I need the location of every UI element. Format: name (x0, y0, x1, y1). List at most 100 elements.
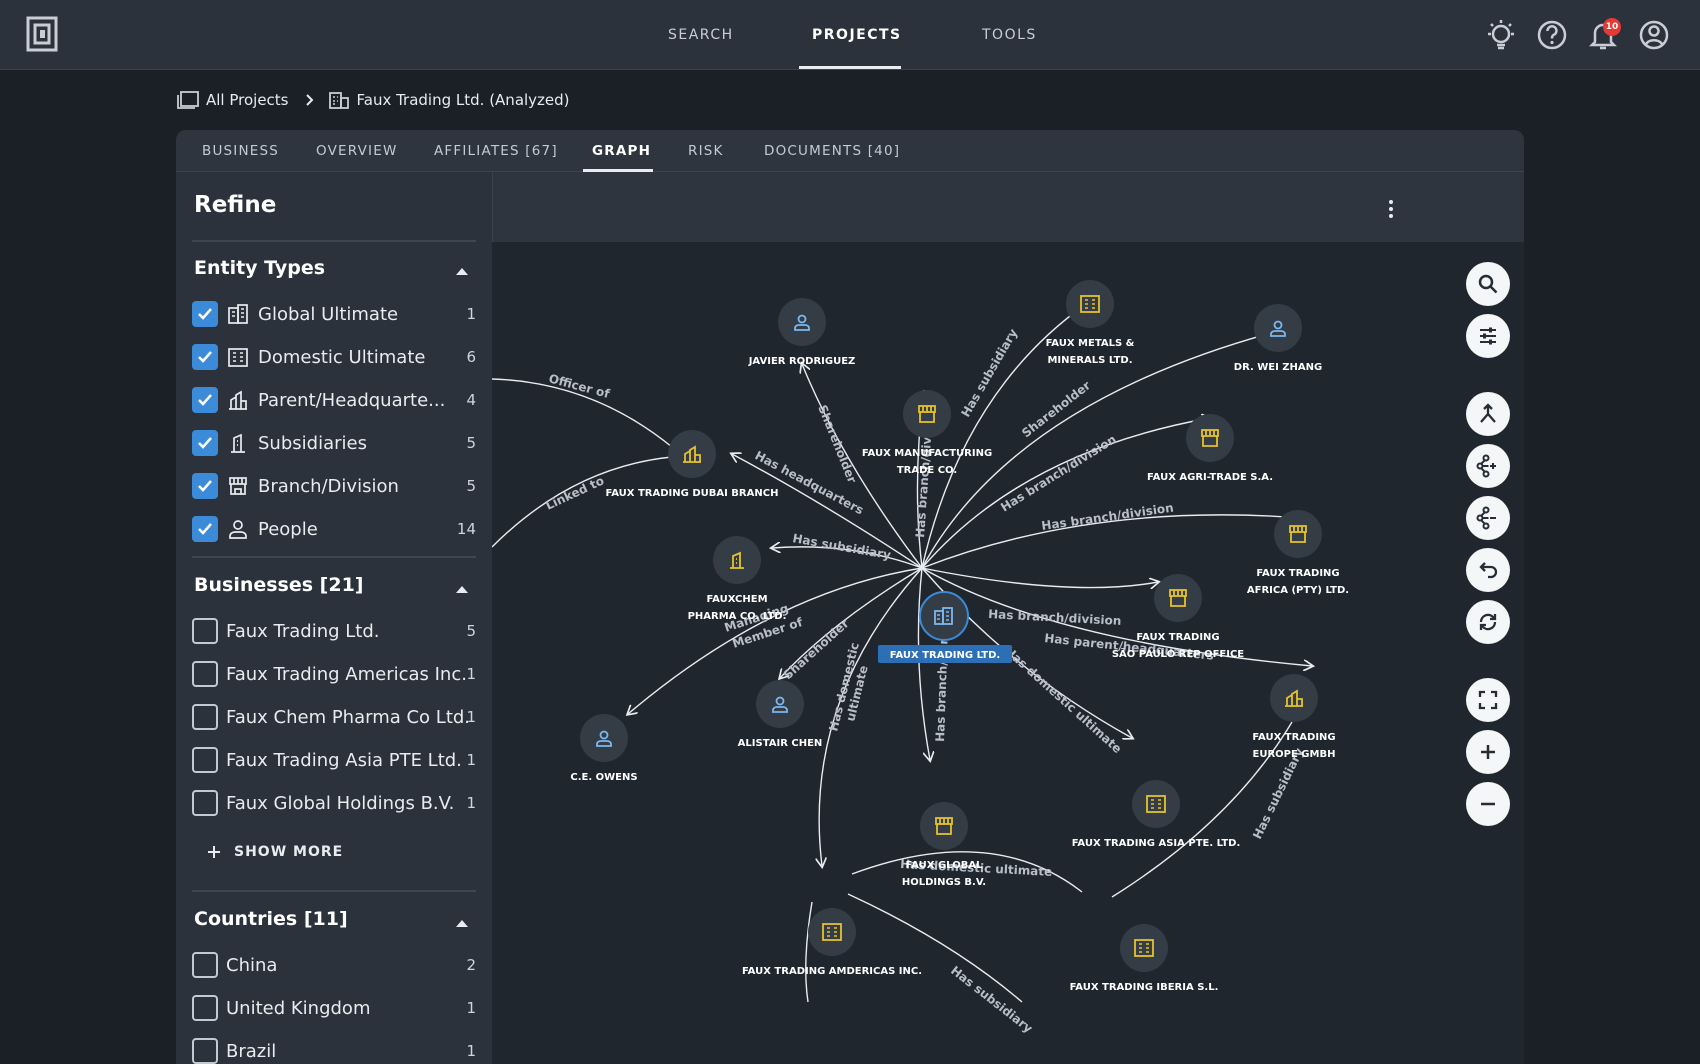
tab-graph[interactable]: GRAPH (592, 130, 651, 172)
checkbox-unchecked[interactable] (192, 790, 218, 816)
divider (192, 240, 476, 242)
checkbox-unchecked[interactable] (192, 618, 218, 644)
node-label: DR. WEI ZHANG (1234, 362, 1322, 373)
node-label: MINERALS LTD. (1047, 355, 1132, 366)
merge-nodes-button[interactable] (1466, 392, 1510, 436)
graph-node-business: FAUX TRADING AFRICA (PTY) LTD. (1247, 510, 1349, 596)
entity-types-title: Entity Types (194, 257, 326, 279)
graph-toolbar (492, 172, 1524, 242)
graph-settings-button[interactable] (1466, 314, 1510, 358)
collapse-businesses-icon[interactable] (456, 586, 468, 593)
collapse-countries-icon[interactable] (456, 920, 468, 927)
business-label: Faux Trading Ltd. (226, 620, 380, 642)
refresh-layout-button[interactable] (1466, 600, 1510, 644)
checkbox-unchecked[interactable] (192, 661, 218, 687)
nav-tools[interactable]: TOOLS (982, 0, 1037, 70)
network-graph-canvas[interactable]: Officer of Linked to Has headquarters Sh… (492, 242, 1524, 1064)
entity-type-label: Parent/Headquarte... (258, 389, 446, 411)
checkbox-checked[interactable] (192, 516, 218, 542)
nav-search[interactable]: SEARCH (668, 0, 734, 70)
network-remove-icon (1476, 506, 1496, 530)
search-graph-button[interactable] (1466, 262, 1510, 306)
divider (192, 556, 476, 558)
network-graph[interactable]: Officer of Linked to Has headquarters Sh… (492, 242, 1524, 1064)
business-count: 1 (466, 665, 476, 683)
business-filter-item[interactable]: Faux Trading Americas Inc. 1 (192, 659, 476, 689)
tab-risk[interactable]: RISK (688, 130, 724, 172)
countries-title: Countries [11] (194, 908, 348, 930)
country-filter-item[interactable]: United Kingdom 1 (192, 993, 476, 1023)
entity-type-label: People (258, 518, 318, 540)
zoom-in-button[interactable] (1466, 730, 1510, 774)
breadcrumb-all-projects[interactable]: All Projects (206, 91, 289, 109)
node-label: HOLDINGS B.V. (902, 877, 986, 888)
country-label: United Kingdom (226, 997, 371, 1019)
graph-node-business: FAUX TRADING ASIA PTE. LTD. (1072, 780, 1240, 849)
entity-type-global-ultimate[interactable]: Global Ultimate 1 (192, 299, 476, 329)
entity-type-parent-headquarters[interactable]: Parent/Headquarte... 4 (192, 385, 476, 415)
edge-label: Linked to (543, 473, 606, 512)
nav-projects[interactable]: PROJECTS (812, 0, 902, 70)
plus-icon (208, 846, 220, 858)
edge-label: Has branch/divis (913, 425, 935, 538)
expand-network-button[interactable] (1466, 444, 1510, 488)
entity-type-label: Branch/Division (258, 475, 399, 497)
node-label: TRADE CO. (897, 465, 957, 476)
breadcrumb-current: Faux Trading Ltd. (Analyzed) (356, 91, 570, 109)
business-filter-item[interactable]: Faux Trading Asia PTE Ltd. 1 (192, 745, 476, 775)
business-filter-item[interactable]: Faux Chem Pharma Co Ltd. 1 (192, 702, 476, 732)
country-count: 1 (466, 999, 476, 1017)
network-add-icon (1476, 454, 1496, 478)
businesses-title: Businesses [21] (194, 574, 364, 596)
checkbox-checked[interactable] (192, 473, 218, 499)
graph-node-business: FAUX AGRI-TRADE S.A. (1147, 414, 1273, 483)
zoom-out-button[interactable] (1466, 782, 1510, 826)
node-label: FAUX TRADING (1136, 632, 1219, 643)
collapse-entity-types-icon[interactable] (456, 268, 468, 275)
country-filter-item[interactable]: China 2 (192, 950, 476, 980)
app-logo-icon[interactable] (26, 16, 60, 54)
checkbox-unchecked[interactable] (192, 995, 218, 1021)
help-icon[interactable] (1535, 18, 1569, 52)
business-filter-item[interactable]: Faux Trading Ltd. 5 (192, 616, 476, 646)
node-label: ALISTAIR CHEN (738, 738, 823, 749)
user-account-icon[interactable] (1637, 18, 1671, 52)
checkbox-unchecked[interactable] (192, 952, 218, 978)
checkbox-unchecked[interactable] (192, 704, 218, 730)
tab-overview[interactable]: OVERVIEW (316, 130, 398, 172)
divider (192, 890, 476, 892)
entity-type-domestic-ultimate[interactable]: Domestic Ultimate 6 (192, 342, 476, 372)
checkbox-unchecked[interactable] (192, 747, 218, 773)
entity-type-branch-division[interactable]: Branch/Division 5 (192, 471, 476, 501)
node-label: FAUXCHEM (706, 594, 767, 605)
refresh-icon (1479, 613, 1497, 631)
country-label: China (226, 954, 278, 976)
tab-affiliates[interactable]: AFFILIATES [67] (434, 130, 558, 172)
checkbox-checked[interactable] (192, 387, 218, 413)
entity-type-people[interactable]: People 14 (192, 514, 476, 544)
checkbox-checked[interactable] (192, 301, 218, 327)
country-filter-item[interactable]: Brazil 1 (192, 1036, 476, 1064)
show-more-button[interactable]: SHOW MORE (206, 840, 343, 864)
tab-documents[interactable]: DOCUMENTS [40] (764, 130, 900, 172)
checkbox-unchecked[interactable] (192, 1038, 218, 1064)
branch-icon (229, 477, 247, 495)
business-filter-item[interactable]: Faux Global Holdings B.V. 1 (192, 788, 476, 818)
entity-type-count: 4 (466, 391, 476, 409)
project-panel: BUSINESS OVERVIEW AFFILIATES [67] GRAPH … (176, 130, 1524, 1064)
checkbox-checked[interactable] (192, 344, 218, 370)
checkbox-checked[interactable] (192, 430, 218, 456)
more-options-icon[interactable] (1387, 198, 1395, 220)
graph-node-center: FAUX TRADING LTD. (878, 591, 1012, 663)
entity-type-subsidiaries[interactable]: Subsidiaries 5 (192, 428, 476, 458)
undo-button[interactable] (1466, 548, 1510, 592)
collapse-network-button[interactable] (1466, 496, 1510, 540)
graph-node-business: FAUX METALS & MINERALS LTD. (1046, 280, 1135, 366)
global-ultimate-icon (228, 304, 248, 324)
theme-lightbulb-icon[interactable] (1484, 18, 1518, 52)
edge-label: Has subsidiary (948, 963, 1035, 1035)
search-icon (1478, 274, 1498, 294)
tab-business[interactable]: BUSINESS (202, 130, 279, 172)
fit-to-screen-button[interactable] (1466, 678, 1510, 722)
refine-title: Refine (194, 192, 277, 218)
